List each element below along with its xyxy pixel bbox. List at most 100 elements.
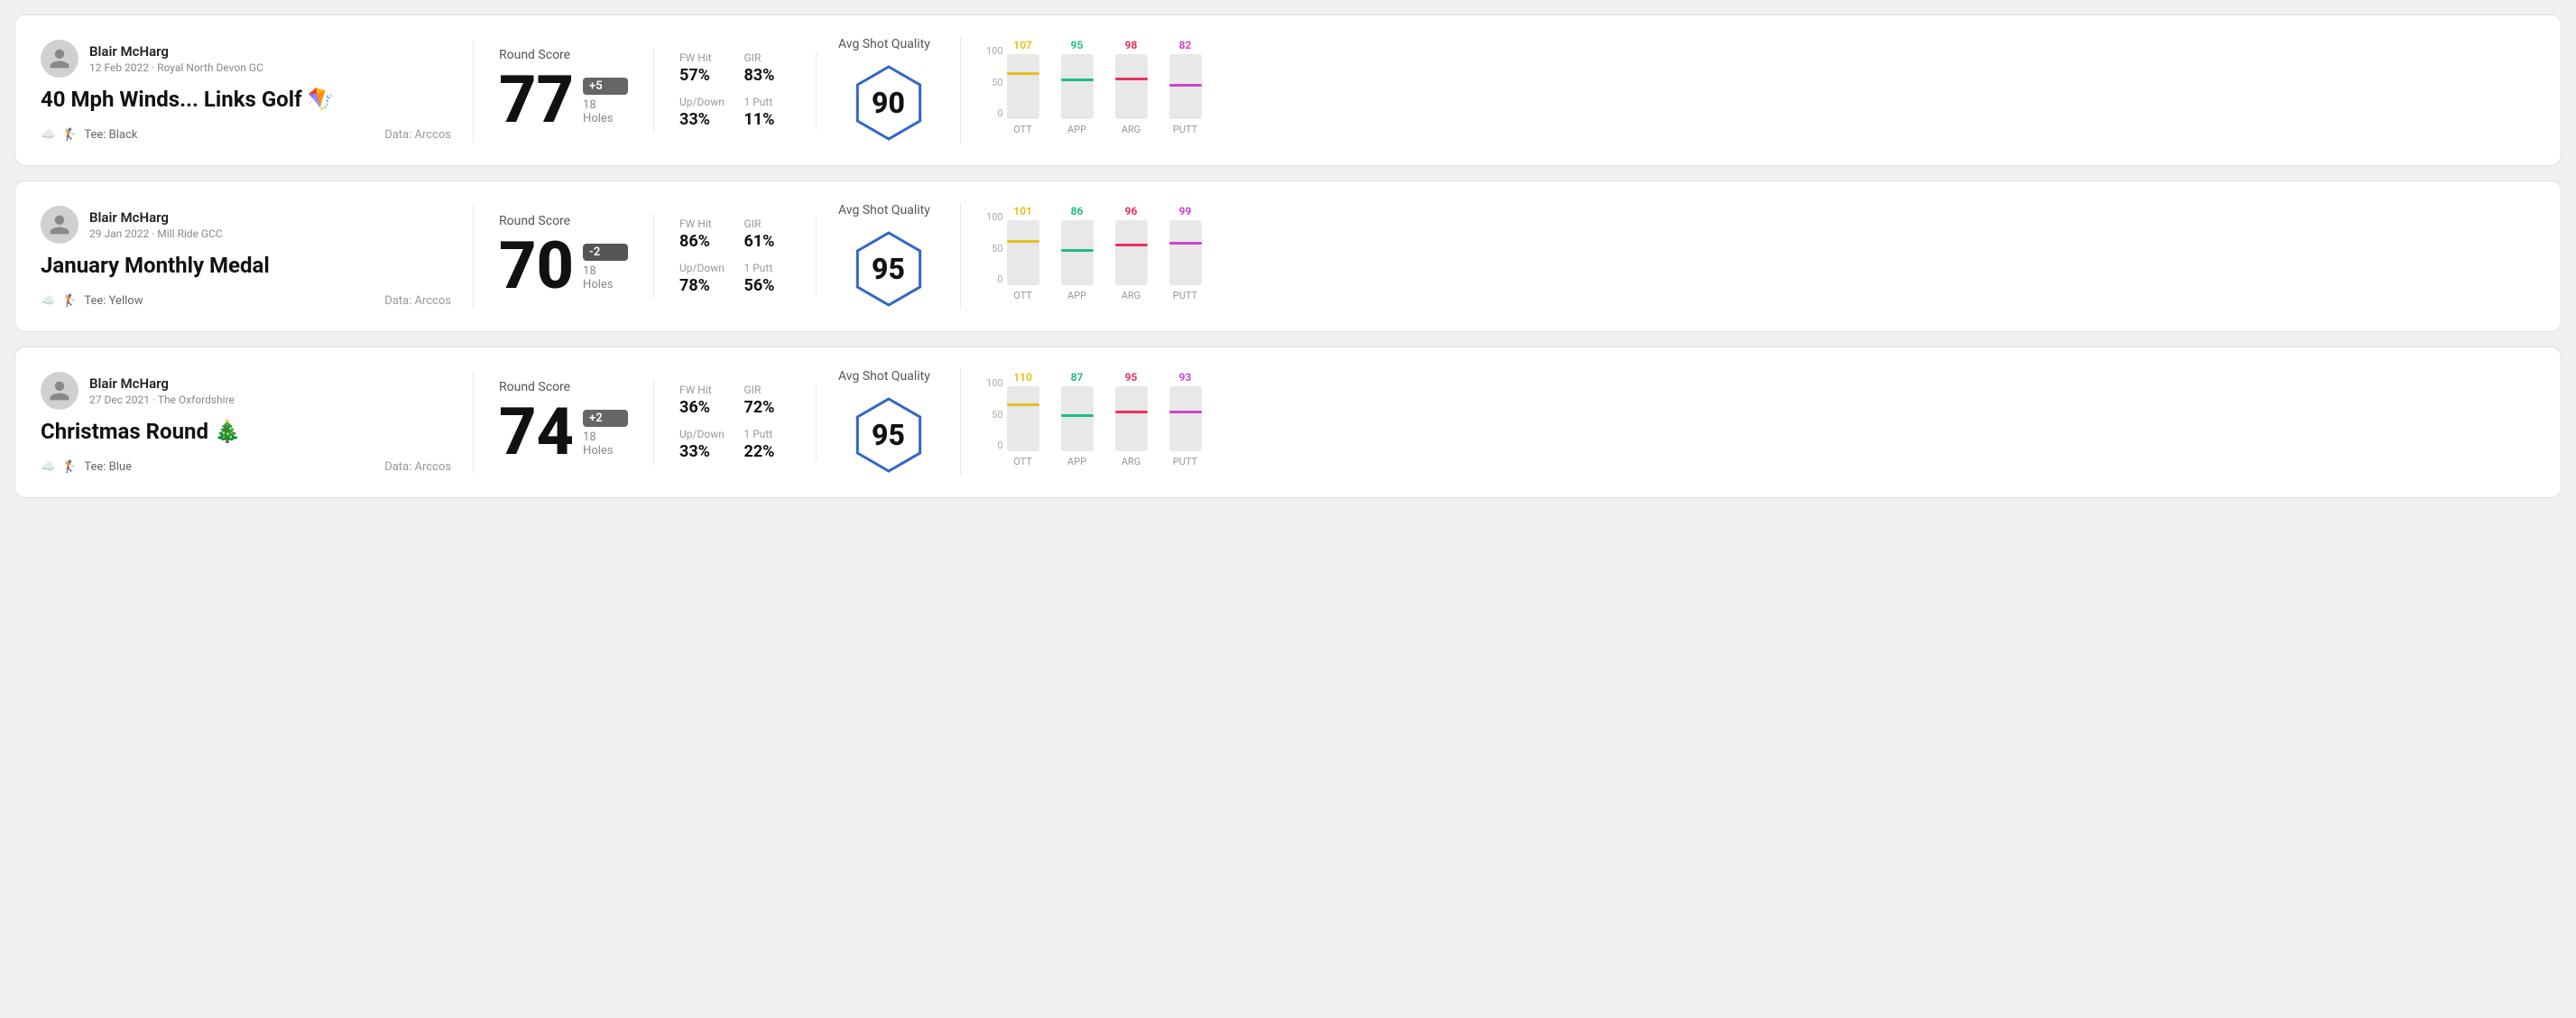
bar-xlabel: APP [1067,124,1086,135]
chart-section: 100500107OTT95APP98ARG82PUTT [961,45,2535,135]
y-label: 50 [986,243,1003,255]
bar-line [1115,244,1148,246]
stat-label: Up/Down [679,262,726,274]
bar-group-arg: 98ARG [1115,39,1148,135]
bar-track [1169,54,1202,119]
bar-group-putt: 93 PUTT [1169,371,1202,467]
stat-label: FW Hit [679,217,726,230]
score-badge-container: +218 Holes [583,410,628,465]
score-badge: -2 [583,244,628,261]
score-section: Round Score70-218 Holes [474,214,654,299]
user-sub: 29 Jan 2022 · Mill Ride GCC [89,227,223,240]
quality-label: Avg Shot Quality [838,369,930,384]
bar-track [1169,386,1202,451]
bar-chart: 110OTT87APP95ARG93PUTT [1007,377,1202,467]
bar-line [1115,411,1148,413]
chart-y-labels: 100500 [986,211,1003,301]
bar-line [1169,242,1202,245]
user-info: Blair McHarg12 Feb 2022 · Royal North De… [89,43,263,74]
bar-line [1169,411,1202,413]
user-info: Blair McHarg27 Dec 2021 · The Oxfordshir… [89,375,235,406]
hexagon-container: 90 [838,62,938,143]
bar-value: 82 [1179,39,1192,51]
stat-value: 72% [744,398,791,417]
quality-section: Avg Shot Quality95 [817,203,961,310]
data-source-label: Data: Arccos [384,294,451,308]
bar-xlabel: PUTT [1173,290,1197,301]
avatar [41,372,78,410]
stat-label: Up/Down [679,96,726,108]
score-label: Round Score [499,380,628,394]
chart-section: 100500101OTT86APP96ARG99PUTT [961,211,2535,301]
chart-section: 100500110OTT87APP95ARG93PUTT [961,377,2535,467]
bar-value: 107 [1013,39,1032,51]
bar-chart: 101OTT86APP96ARG99PUTT [1007,211,1202,301]
bar-xlabel: APP [1067,290,1086,301]
stat-item-3: 1 Putt11% [744,96,791,129]
round-title: Christmas Round 🎄 [41,419,451,444]
stat-label: 1 Putt [744,428,791,440]
stats-grid: FW Hit86%GIR61%Up/Down78%1 Putt56% [679,217,790,295]
stat-label: FW Hit [679,384,726,396]
chart-inner: 100500107OTT95APP98ARG82PUTT [986,45,2535,135]
tee-info: ☁️🏌Tee: Blue [41,460,132,474]
tee-label: Tee: Black [84,128,137,142]
holes-label: 18 Holes [583,264,628,292]
score-main: 70-218 Holes [499,234,628,299]
bar-line [1061,414,1094,417]
user-row: Blair McHarg27 Dec 2021 · The Oxfordshir… [41,372,451,410]
quality-section: Avg Shot Quality 95 [817,369,961,476]
weather-icon: ☁️ [41,294,55,308]
user-row: Blair McHarg29 Jan 2022 · Mill Ride GCC [41,206,451,244]
round-card-1: Blair McHarg12 Feb 2022 · Royal North De… [14,14,2562,166]
quality-score: 95 [872,252,905,286]
stats-section: FW Hit86%GIR61%Up/Down78%1 Putt56% [654,217,817,295]
stat-value: 57% [679,66,726,85]
data-source-label: Data: Arccos [384,460,451,474]
stat-value: 33% [679,442,726,461]
bar-track [1007,220,1039,285]
hexagon-container: 95 [838,394,938,476]
bar-value: 93 [1179,371,1192,384]
stat-value: 36% [679,398,726,417]
score-badge-container: +518 Holes [583,78,628,133]
bar-line [1169,84,1202,87]
bag-icon: 🏌 [62,294,77,308]
bar-xlabel: PUTT [1173,456,1197,467]
bar-xlabel: OTT [1013,290,1032,301]
bar-group-ott: 110OTT [1007,371,1039,467]
bar-track [1115,220,1148,285]
bar-line [1007,403,1039,406]
bar-group-app: 95APP [1061,39,1094,135]
stat-item-3: 1 Putt 22% [744,428,791,461]
score-main: 74+218 Holes [499,400,628,465]
stat-label: 1 Putt [744,262,791,274]
user-name: Blair McHarg [89,43,263,60]
tee-label: Tee: Yellow [84,294,143,308]
stat-value: 33% [679,110,726,129]
score-badge: +5 [583,78,628,95]
stat-value: 22% [744,442,791,461]
stat-item-2: Up/Down 33% [679,96,726,129]
stat-value: 56% [744,276,791,295]
avatar [41,40,78,78]
stats-grid: FW Hit36%GIR72%Up/Down33%1 Putt22% [679,384,790,461]
stat-value: 86% [679,232,726,251]
tee-row: ☁️🏌Tee: BlackData: Arccos [41,128,451,142]
bar-line [1061,79,1094,81]
score-main: 77+518 Holes [499,68,628,133]
stat-label: GIR [744,217,791,230]
user-name: Blair McHarg [89,209,223,226]
stats-section: FW Hit57%GIR83%Up/Down33%1 Putt11% [654,51,817,129]
round-left-section: Blair McHarg27 Dec 2021 · The Oxfordshir… [41,372,474,474]
stat-item-1: GIR72% [744,384,791,417]
user-info: Blair McHarg29 Jan 2022 · Mill Ride GCC [89,209,223,240]
y-label: 100 [986,211,1003,223]
bar-line [1061,249,1094,252]
quality-score: 95 [872,418,905,452]
chart-y-labels: 100500 [986,377,1003,467]
user-sub: 27 Dec 2021 · The Oxfordshire [89,393,235,406]
bar-value: 98 [1125,39,1138,51]
score-number: 77 [499,68,574,133]
bar-value: 99 [1179,205,1192,217]
